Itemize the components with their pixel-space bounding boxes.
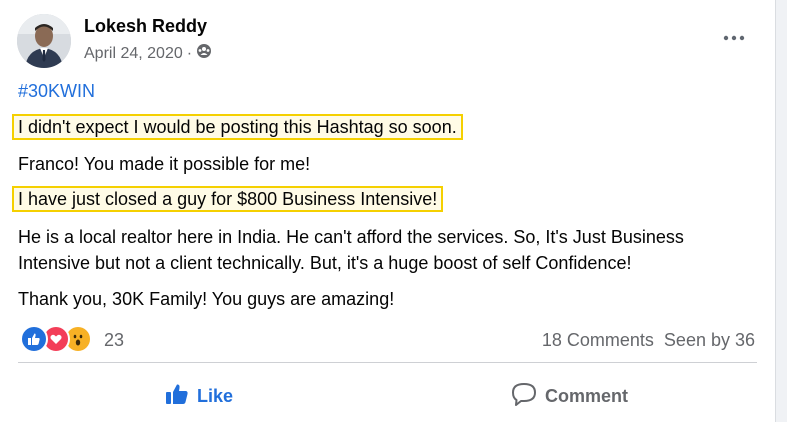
post-meta: April 24, 2020 · — [84, 43, 212, 64]
comment-icon — [511, 382, 537, 411]
avatar-image — [17, 14, 71, 68]
post-text-line: I have just closed a guy for $800 Busine… — [12, 186, 444, 212]
like-label: Like — [197, 385, 234, 406]
more-horizontal-icon[interactable] — [720, 28, 748, 48]
post-card: Lokesh Reddy April 24, 2020 · #30KWIN I … — [0, 0, 776, 422]
highlighted-text: I have just closed a guy for $800 Busine… — [12, 186, 444, 212]
post-text-line: Intensive but not a client technically. … — [18, 253, 632, 273]
post-text-line: Thank you, 30K Family! You guys are amaz… — [18, 289, 395, 309]
like-button[interactable]: Like — [165, 380, 233, 412]
comment-button[interactable]: Comment — [511, 380, 628, 412]
seen-by-count[interactable]: Seen by 36 — [664, 330, 755, 351]
group-icon — [196, 43, 212, 64]
reactions-summary[interactable] — [20, 325, 92, 353]
like-icon — [165, 383, 189, 410]
meta-separator: · — [186, 44, 193, 62]
author-name[interactable]: Lokesh Reddy — [84, 16, 207, 37]
post-date[interactable]: April 24, 2020 — [84, 45, 183, 63]
divider — [18, 362, 757, 363]
like-reaction-icon — [20, 325, 48, 353]
comments-count[interactable]: 18 Comments — [542, 330, 654, 351]
reaction-count[interactable]: 23 — [104, 330, 124, 351]
avatar[interactable] — [17, 14, 71, 68]
comment-label: Comment — [545, 385, 629, 406]
hashtag-link[interactable]: #30KWIN — [18, 81, 95, 102]
highlighted-text: I didn't expect I would be posting this … — [12, 114, 463, 140]
post-stats: 18 Comments Seen by 36 — [542, 330, 755, 351]
post-text-line: Franco! You made it possible for me! — [18, 154, 311, 174]
post-text-line: He is a local realtor here in India. He … — [18, 227, 684, 247]
post-text-line: I didn't expect I would be posting this … — [12, 114, 463, 140]
